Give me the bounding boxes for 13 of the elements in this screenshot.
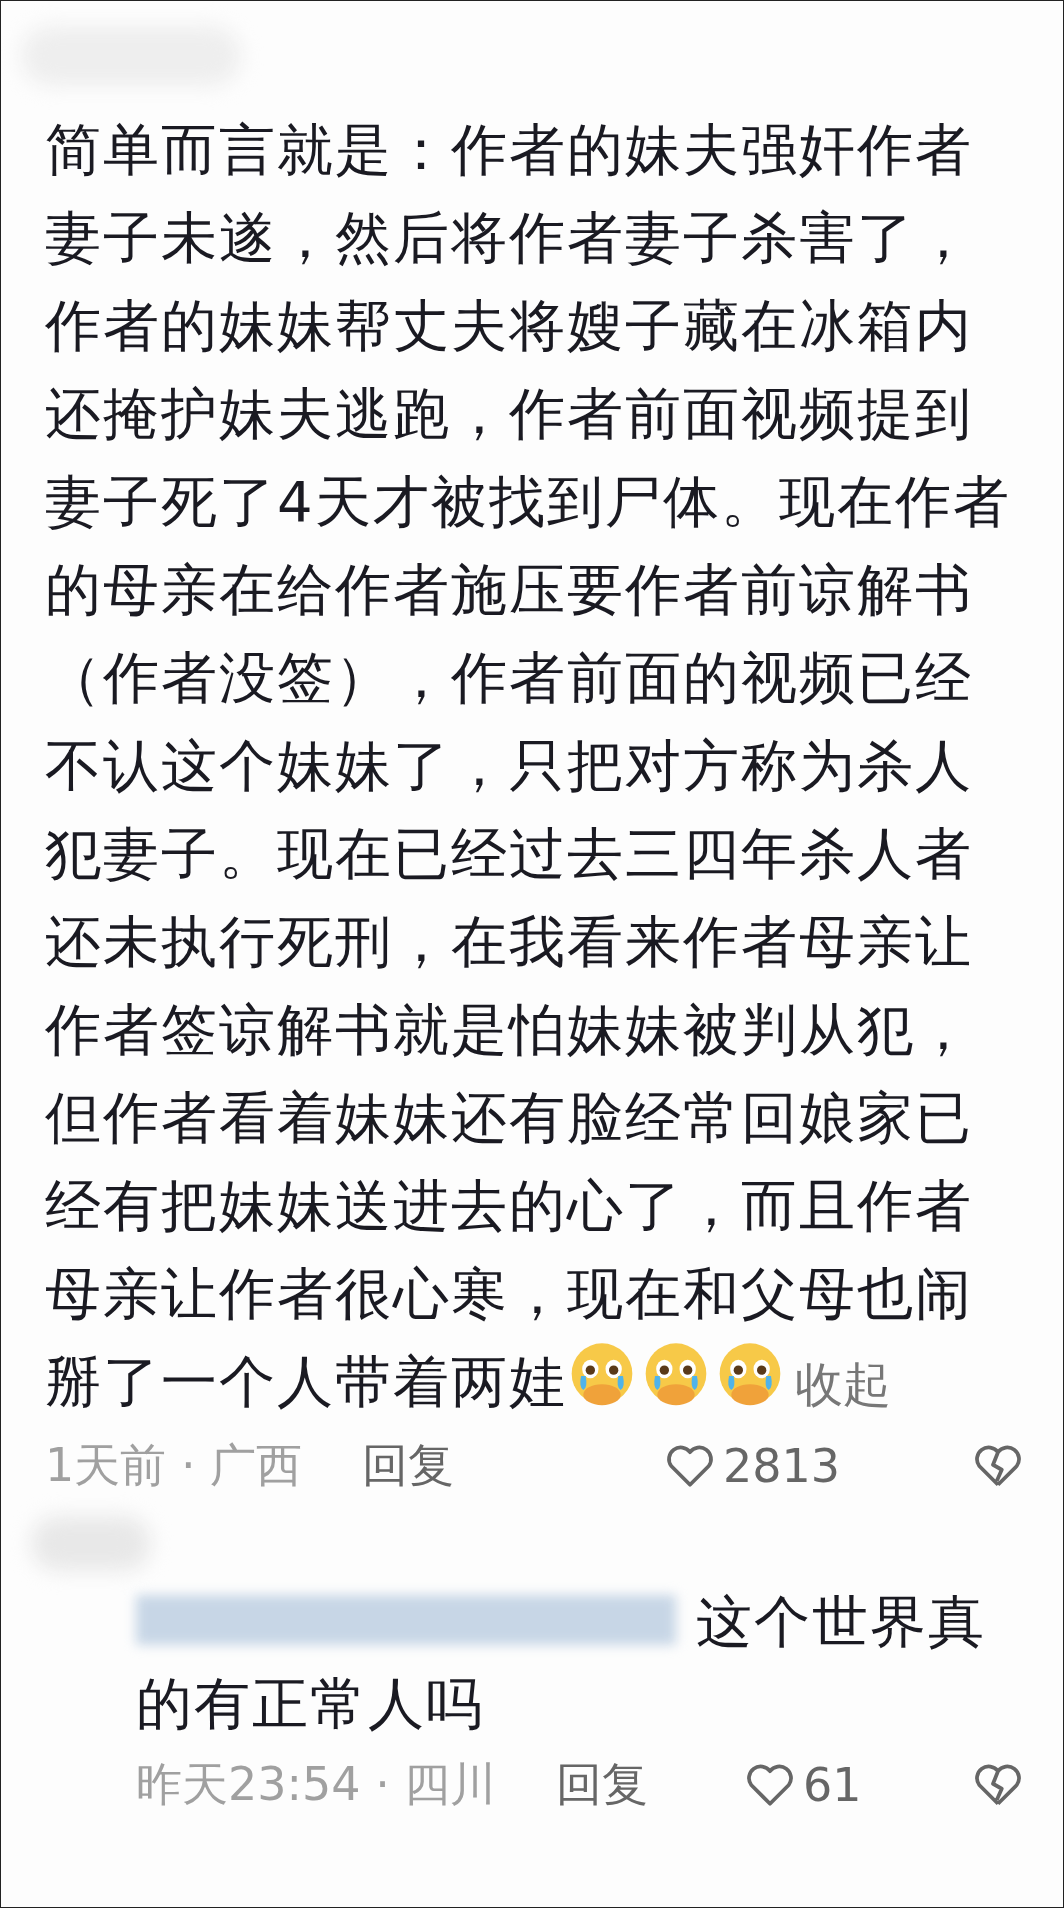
comment-text: 简单而言就是：作者的妹夫强奸作者妻子未遂，然后将作者妻子杀害了，作者的妹妹帮丈夫将嫂子藏在冰箱内还掩护妹夫逃跑，作者前面视频提到妻子死了4天才被找到尸体。现在作者的母亲在给作者施压要作者前谅解书（作者没签），作者前面的视频已经不认这个妹妹了，只把对方称为杀人犯妻子。现在已经过去三四年杀人者还未执行死刑，在我看来作者母亲让作者签谅解书就是怕妹妹被判从犯，但作者看着妹妹还有脸经常回娘家已经有把妹妹送进去的心了，而且作者母亲让作者很心寒，现在和父母也闹掰了一个人带着两娃 收起 <box>45 116 1012 1416</box>
like-count: 2813 <box>723 1439 842 1493</box>
like-count: 61 <box>803 1758 863 1812</box>
comment-time-location: 昨天23:54 · 四川 <box>136 1756 497 1813</box>
comment-time-location: 1天前 · 广西 <box>45 1437 303 1494</box>
like-heart-icon[interactable] <box>665 1443 715 1489</box>
reply-link[interactable]: 回复 <box>556 1754 649 1816</box>
broken-heart-icon[interactable] <box>973 1762 1023 1808</box>
collapse-link[interactable]: 收起 <box>795 1356 891 1412</box>
reply-link[interactable]: 回复 <box>362 1435 455 1497</box>
comment-text: 这个世界真的有正常人吗 <box>135 1588 987 1738</box>
broken-heart-icon[interactable] <box>973 1443 1023 1489</box>
like-heart-icon[interactable] <box>745 1762 795 1808</box>
